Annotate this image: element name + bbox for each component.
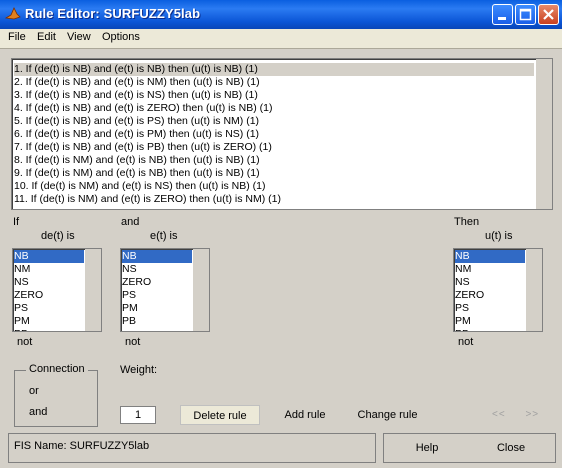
- list-option[interactable]: NS: [122, 263, 192, 276]
- rule-editor-panel: 1. If (de(t) is NB) and (e(t) is NB) the…: [3, 50, 559, 465]
- list-option[interactable]: PS: [122, 289, 192, 302]
- connection-and-radio[interactable]: and: [29, 406, 47, 418]
- list-option[interactable]: PS: [455, 302, 525, 315]
- list-option[interactable]: NM: [455, 263, 525, 276]
- list-option[interactable]: ZERO: [122, 276, 192, 289]
- output-not-checkbox[interactable]: not: [458, 336, 473, 348]
- rule-list-scrollbar[interactable]: [536, 59, 552, 209]
- rule-item[interactable]: 6. If (de(t) is NB) and (e(t) is PM) the…: [14, 128, 259, 141]
- change-rule-button[interactable]: Change rule: [350, 405, 425, 425]
- dialog-button-panel: Help Close: [383, 433, 556, 463]
- rule-item[interactable]: 10. If (de(t) is NM) and (e(t) is NS) th…: [14, 180, 265, 193]
- list-option[interactable]: NM: [14, 263, 84, 276]
- weight-input[interactable]: 1: [120, 406, 156, 424]
- list-option[interactable]: NB: [14, 250, 84, 263]
- if-label: If: [13, 216, 20, 228]
- input2-not-checkbox[interactable]: not: [125, 336, 140, 348]
- title-bar: Rule Editor: SURFUZZY5lab: [0, 0, 562, 29]
- rule-item[interactable]: 11. If (de(t) is NM) and (e(t) is ZERO) …: [14, 193, 281, 206]
- minimize-icon: [498, 17, 506, 20]
- rule-item[interactable]: 4. If (de(t) is NB) and (e(t) is ZERO) t…: [14, 102, 272, 115]
- rule-item[interactable]: 9. If (de(t) is NM) and (e(t) is NB) the…: [14, 167, 260, 180]
- list-option[interactable]: PS: [14, 302, 84, 315]
- list-option[interactable]: ZERO: [14, 289, 84, 302]
- menu-view[interactable]: View: [67, 31, 91, 43]
- add-rule-button[interactable]: Add rule: [275, 405, 335, 425]
- menu-file[interactable]: File: [8, 31, 26, 43]
- list-option[interactable]: PB: [455, 328, 525, 331]
- list-option[interactable]: NB: [455, 250, 525, 263]
- menu-edit[interactable]: Edit: [37, 31, 56, 43]
- input1-listbox[interactable]: NB NM NS ZERO PS PM PB: [12, 248, 102, 332]
- status-bar: FIS Name: SURFUZZY5lab: [8, 433, 376, 463]
- list-option[interactable]: PB: [122, 315, 192, 328]
- maximize-icon: [519, 8, 532, 21]
- matlab-icon: [5, 7, 21, 20]
- prev-rule-button[interactable]: <<: [492, 409, 506, 420]
- rule-item[interactable]: 2. If (de(t) is NB) and (e(t) is NM) the…: [14, 76, 260, 89]
- list-option[interactable]: PM: [455, 315, 525, 328]
- weight-label: Weight:: [120, 364, 158, 376]
- input1-name: de(t) is: [41, 230, 75, 242]
- list-option[interactable]: NS: [455, 276, 525, 289]
- list-option[interactable]: NS: [14, 276, 84, 289]
- rule-list[interactable]: 1. If (de(t) is NB) and (e(t) is NB) the…: [11, 58, 553, 210]
- input2-name: e(t) is: [150, 230, 178, 242]
- rule-item[interactable]: 7. If (de(t) is NB) and (e(t) is PB) the…: [14, 141, 272, 154]
- output-name: u(t) is: [485, 230, 513, 242]
- connection-title: Connection: [26, 363, 88, 375]
- connection-group: Connection or and: [14, 363, 98, 427]
- rule-item[interactable]: 8. If (de(t) is NM) and (e(t) is NB) the…: [14, 154, 260, 167]
- maximize-button[interactable]: [515, 4, 536, 25]
- connection-or-radio[interactable]: or: [29, 385, 39, 397]
- list-option[interactable]: NB: [122, 250, 192, 263]
- status-text: FIS Name: SURFUZZY5lab: [14, 440, 150, 452]
- and-label: and: [121, 216, 140, 228]
- input2-listbox[interactable]: NB NS ZERO PS PM PB: [120, 248, 210, 332]
- menu-options[interactable]: Options: [102, 31, 140, 43]
- listbox-scrollbar[interactable]: [85, 249, 101, 331]
- output-listbox[interactable]: NB NM NS ZERO PS PM PB: [453, 248, 543, 332]
- close-button[interactable]: Close: [480, 438, 542, 458]
- delete-rule-button[interactable]: Delete rule: [180, 405, 260, 425]
- minimize-button[interactable]: [492, 4, 513, 25]
- rule-item[interactable]: 1. If (de(t) is NB) and (e(t) is NB) the…: [14, 63, 534, 76]
- list-option[interactable]: PB: [14, 328, 84, 331]
- listbox-scrollbar[interactable]: [193, 249, 209, 331]
- rule-nav: << >>: [492, 409, 539, 420]
- close-icon: [543, 9, 554, 20]
- window-title: Rule Editor: SURFUZZY5lab: [25, 6, 201, 21]
- rule-item[interactable]: 5. If (de(t) is NB) and (e(t) is PS) the…: [14, 115, 259, 128]
- then-label: Then: [454, 216, 480, 228]
- input1-not-checkbox[interactable]: not: [17, 336, 32, 348]
- listbox-scrollbar[interactable]: [526, 249, 542, 331]
- help-button[interactable]: Help: [396, 438, 458, 458]
- list-option[interactable]: ZERO: [455, 289, 525, 302]
- next-rule-button[interactable]: >>: [525, 409, 539, 420]
- rule-item[interactable]: 3. If (de(t) is NB) and (e(t) is NS) the…: [14, 89, 258, 102]
- menu-bar: File Edit View Options: [0, 29, 562, 49]
- list-option[interactable]: PM: [122, 302, 192, 315]
- list-option[interactable]: PM: [14, 315, 84, 328]
- close-window-button[interactable]: [538, 4, 559, 25]
